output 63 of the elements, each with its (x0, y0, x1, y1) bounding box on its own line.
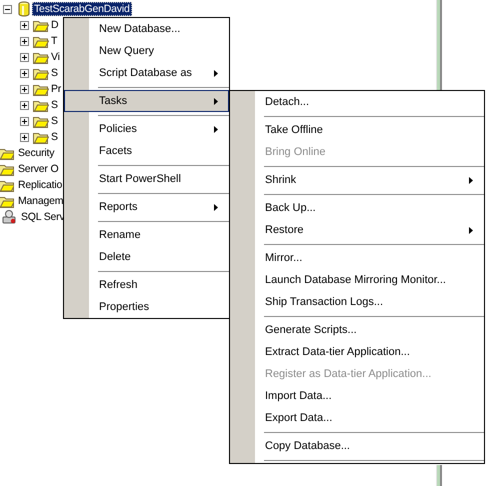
expand-icon[interactable] (20, 84, 29, 94)
splitter-bar[interactable] (436, 465, 442, 486)
menu-item[interactable]: Take Offline (230, 119, 484, 141)
folder-icon (33, 82, 49, 96)
menu-item[interactable]: Generate Scripts... (230, 319, 484, 341)
tree-item-label[interactable]: T (49, 34, 60, 48)
tree-item-label[interactable]: S (49, 98, 60, 112)
database-icon (18, 1, 30, 17)
menu-item[interactable]: Restore (230, 219, 484, 241)
menu-item[interactable]: Mirror... (230, 247, 484, 269)
menu-item[interactable]: Script Database as (64, 62, 229, 84)
menu-item[interactable]: Back Up... (230, 197, 484, 219)
folder-icon (33, 114, 49, 128)
agent-icon (1, 209, 17, 225)
tree-item-label[interactable]: S (49, 130, 60, 144)
menu-item[interactable]: Shrink (230, 169, 484, 191)
tree-item-label[interactable]: Server O (16, 162, 60, 176)
menu-item[interactable]: Detach... (230, 91, 484, 113)
tree-item-label[interactable]: S (49, 114, 60, 128)
folder-icon (0, 146, 14, 160)
menu-item[interactable]: Refresh (64, 274, 229, 296)
expand-icon[interactable] (20, 36, 29, 46)
collapse-icon[interactable] (3, 4, 12, 14)
splitter-bar[interactable] (436, 0, 442, 90)
expand-icon[interactable] (20, 116, 29, 126)
menu-item[interactable]: New Database... (64, 18, 229, 40)
folder-icon (33, 66, 49, 80)
folder-icon (33, 50, 49, 64)
tree-item-label[interactable]: D (49, 18, 60, 32)
folder-icon (33, 130, 49, 144)
expand-icon[interactable] (20, 20, 29, 30)
menu-item[interactable]: Import Data... (230, 385, 484, 407)
menu-item[interactable]: Ship Transaction Logs... (230, 291, 484, 313)
menu-item[interactable]: Delete (64, 246, 229, 268)
tree-item-label[interactable]: Managem (16, 194, 66, 208)
folder-icon (0, 162, 14, 176)
tree-item-label[interactable]: Pr (49, 82, 64, 96)
folder-icon (0, 194, 14, 208)
tree-item-label[interactable]: Security (16, 146, 56, 160)
menu-item[interactable]: Tasks (64, 90, 229, 112)
menu-item[interactable]: Copy Database... (230, 435, 484, 457)
menu-item[interactable]: Launch Database Mirroring Monitor... (230, 269, 484, 291)
folder-icon (33, 18, 49, 32)
expand-icon[interactable] (20, 100, 29, 110)
folder-icon (33, 34, 49, 48)
tree-item-label[interactable]: Vi (49, 50, 62, 64)
menu-item[interactable]: Extract Data-tier Application... (230, 341, 484, 363)
menu-item[interactable]: New Query (64, 40, 229, 62)
tree-item-label[interactable]: S (49, 66, 60, 80)
folder-icon (33, 98, 49, 112)
tree-item-label[interactable]: Replicatio (16, 178, 64, 192)
folder-icon (0, 178, 14, 192)
menu-item[interactable]: Facets (64, 140, 229, 162)
menu-item[interactable]: Export Data... (230, 407, 484, 429)
expand-icon[interactable] (20, 132, 29, 142)
menu-item[interactable]: Reports (64, 196, 229, 218)
expand-icon[interactable] (20, 68, 29, 78)
expand-icon[interactable] (20, 52, 29, 62)
menu-item[interactable]: Properties (64, 296, 229, 318)
menu-item[interactable]: Start PowerShell (64, 168, 229, 190)
menu-item[interactable]: Rename (64, 224, 229, 246)
menu-item[interactable]: Policies (64, 118, 229, 140)
tree-item-label[interactable]: TestScarabGenDavid (32, 2, 132, 16)
